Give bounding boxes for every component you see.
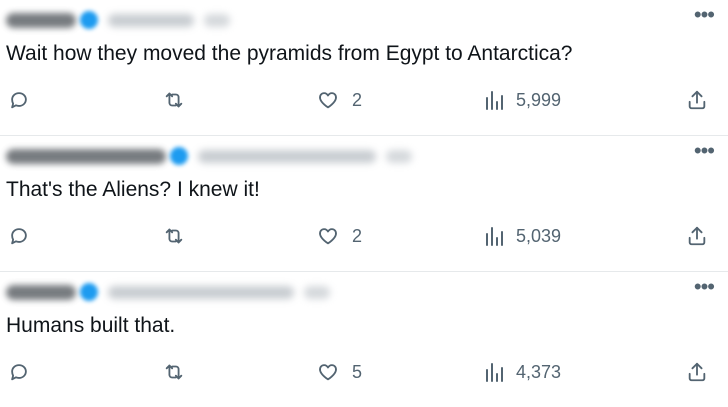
views-button[interactable]: 4,373 bbox=[484, 356, 561, 388]
like-button[interactable]: 2 bbox=[316, 84, 362, 116]
more-icon[interactable]: ••• bbox=[694, 4, 715, 26]
tweet-actions: 5 4,373 bbox=[0, 356, 728, 388]
tweet-text: Wait how they moved the pyramids from Eg… bbox=[6, 42, 573, 65]
tweet[interactable]: ••• That's the Aliens? I knew it! 2 5,03… bbox=[0, 136, 728, 272]
author-name-blurred[interactable] bbox=[6, 148, 166, 164]
tweet-actions: 2 5,999 bbox=[0, 84, 728, 116]
reply-button[interactable] bbox=[8, 220, 30, 252]
share-icon bbox=[686, 361, 708, 383]
heart-icon bbox=[316, 225, 340, 247]
author-name-blurred[interactable] bbox=[6, 284, 76, 300]
author-name-blurred[interactable] bbox=[6, 12, 76, 28]
heart-icon bbox=[316, 361, 340, 383]
verified-badge-icon bbox=[80, 11, 98, 29]
author-handle-blurred[interactable] bbox=[198, 149, 376, 163]
views-count: 4,373 bbox=[516, 361, 562, 382]
share-icon bbox=[686, 225, 708, 247]
share-button[interactable] bbox=[686, 84, 708, 116]
like-count: 5 bbox=[352, 361, 363, 382]
verified-badge-icon bbox=[170, 147, 188, 165]
like-count: 2 bbox=[352, 89, 363, 110]
tweet-header bbox=[6, 272, 330, 312]
tweet-actions: 2 5,039 bbox=[0, 220, 728, 252]
more-icon[interactable]: ••• bbox=[694, 140, 715, 162]
retweet-icon bbox=[162, 89, 186, 111]
tweet-text: Humans built that. bbox=[6, 314, 176, 337]
retweet-button[interactable] bbox=[162, 84, 186, 116]
share-button[interactable] bbox=[686, 220, 708, 252]
views-icon bbox=[484, 225, 504, 247]
tweet[interactable]: ••• Wait how they moved the pyramids fro… bbox=[0, 0, 728, 136]
views-count: 5,039 bbox=[516, 225, 562, 246]
retweet-icon bbox=[162, 361, 186, 383]
tweet-header bbox=[6, 0, 230, 40]
author-handle-blurred[interactable] bbox=[108, 285, 294, 299]
views-button[interactable]: 5,039 bbox=[484, 220, 561, 252]
tweet[interactable]: ••• Humans built that. 5 4,373 bbox=[0, 272, 728, 407]
more-icon[interactable]: ••• bbox=[694, 276, 715, 298]
like-count: 2 bbox=[352, 225, 363, 246]
retweet-icon bbox=[162, 225, 186, 247]
like-button[interactable]: 5 bbox=[316, 356, 362, 388]
views-count: 5,999 bbox=[516, 89, 562, 110]
reply-icon bbox=[8, 225, 30, 247]
verified-badge-icon bbox=[80, 283, 98, 301]
heart-icon bbox=[316, 89, 340, 111]
timestamp-blurred[interactable] bbox=[304, 285, 330, 299]
tweet-text: That's the Aliens? I knew it! bbox=[6, 178, 260, 201]
views-icon bbox=[484, 89, 504, 111]
views-button[interactable]: 5,999 bbox=[484, 84, 561, 116]
reply-button[interactable] bbox=[8, 356, 30, 388]
retweet-button[interactable] bbox=[162, 220, 186, 252]
views-icon bbox=[484, 361, 504, 383]
author-handle-blurred[interactable] bbox=[108, 13, 194, 27]
reply-button[interactable] bbox=[8, 84, 30, 116]
reply-icon bbox=[8, 361, 30, 383]
timestamp-blurred[interactable] bbox=[204, 13, 230, 27]
tweet-feed: ••• Wait how they moved the pyramids fro… bbox=[0, 0, 728, 407]
share-button[interactable] bbox=[686, 356, 708, 388]
reply-icon bbox=[8, 89, 30, 111]
tweet-header bbox=[6, 136, 412, 176]
share-icon bbox=[686, 89, 708, 111]
retweet-button[interactable] bbox=[162, 356, 186, 388]
timestamp-blurred[interactable] bbox=[386, 149, 412, 163]
like-button[interactable]: 2 bbox=[316, 220, 362, 252]
